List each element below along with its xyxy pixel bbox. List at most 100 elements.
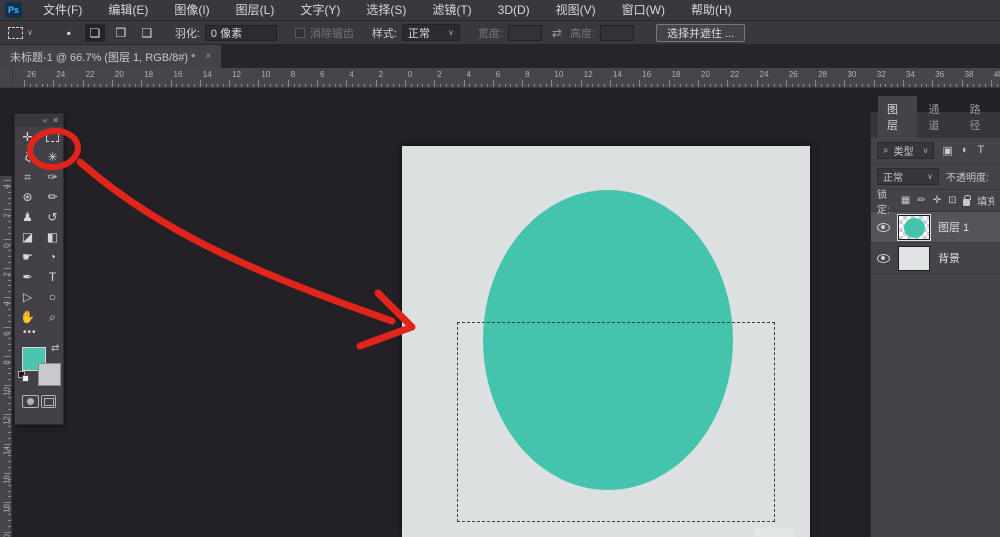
eyedropper-tool-icon[interactable]: ✑ [40,167,65,187]
rectangular-marquee-tool-icon[interactable] [40,127,65,147]
lasso-tool-icon[interactable]: ζ [15,147,40,167]
ruler-tick [686,84,687,87]
close-icon[interactable]: × [205,51,211,62]
smudge-tool-icon[interactable]: ☛ [15,247,40,267]
ruler-tick [4,297,11,298]
ruler-tick [65,84,66,87]
menu-item-v[interactable]: 视图(V) [543,0,609,21]
lock-artboard-icon[interactable]: ⊡ [948,195,956,206]
swap-colors-icon[interactable]: ⇄ [51,343,59,354]
ruler-tick [610,80,611,87]
ruler-number: 10 [554,70,563,79]
canvas[interactable] [402,146,810,537]
swap-width-height-icon[interactable]: ⇄ [552,26,562,40]
ruler-tick [8,256,11,257]
ruler-tick [4,532,11,533]
clone-stamp-tool-icon[interactable]: ♟ [15,207,40,227]
height-input[interactable] [600,25,634,41]
ruler-tick [340,84,341,87]
menu-item-s[interactable]: 选择(S) [353,0,419,21]
menu-item-e[interactable]: 编辑(E) [95,0,161,21]
more-tools-icon[interactable]: ••• [15,327,63,341]
path-selection-tool-icon[interactable]: ▷ [15,287,40,307]
hand-tool-icon[interactable]: ✋ [15,307,40,327]
filter-type-layers-icon[interactable]: T [978,144,985,157]
ruler-number: 28 [818,70,827,79]
ruler-tick [967,84,968,87]
default-colors-icon[interactable] [18,371,29,382]
ruler-number: 12 [232,70,241,79]
eraser-tool-icon[interactable]: ◪ [15,227,40,247]
panel-tab-通道[interactable]: 通道 [919,96,958,138]
move-tool-icon[interactable]: ✛ [15,127,40,147]
add-to-selection-icon[interactable]: ❏ [85,24,105,42]
collapse-panel-icon[interactable]: « [43,116,47,126]
filter-adjustment-layers-icon[interactable]: ◐ [962,144,969,157]
width-input[interactable] [508,25,542,41]
marquee-selection[interactable] [457,322,775,522]
feather-input[interactable] [205,25,277,41]
layer-thumbnail[interactable] [898,215,930,240]
visibility-eye-icon[interactable] [877,223,890,232]
history-brush-tool-icon[interactable]: ↺ [40,207,65,227]
new-selection-icon[interactable]: ▪ [59,24,79,42]
ruler-tick [710,84,711,87]
menu-item-i[interactable]: 图像(I) [161,0,222,21]
ruler-tick [8,215,11,216]
menu-item-l[interactable]: 图层(L) [223,0,288,21]
filter-pixel-layers-icon[interactable]: ▣ [942,144,952,157]
close-panel-icon[interactable]: ✕ [52,116,59,126]
ruler-tick [217,84,218,87]
select-and-mask-button[interactable]: 选择并遮住 ... [656,24,745,42]
ruler-tick [997,84,998,87]
ruler-tick [798,84,799,87]
menu-item-h[interactable]: 帮助(H) [678,0,745,21]
ruler-tick [141,80,142,87]
style-select[interactable]: 正常 ∨ [402,24,460,41]
gradient-tool-icon[interactable]: ◧ [40,227,65,247]
ruler-tick [475,84,476,87]
panel-tab-路径[interactable]: 路径 [961,96,1000,138]
lock-all-icon[interactable] [963,199,970,206]
screen-mode-icon[interactable] [41,395,56,408]
menu-item-t[interactable]: 滤镜(T) [419,0,484,21]
background-color-swatch[interactable] [38,363,61,386]
quick-selection-tool-icon[interactable]: ✳ [40,147,65,167]
pen-tool-icon[interactable]: ✒ [15,267,40,287]
intersect-selection-icon[interactable]: ❑ [137,24,157,42]
antialias-checkbox[interactable] [295,28,305,38]
ruler-tick [8,432,11,433]
dodge-tool-icon[interactable]: ◔ [40,247,65,267]
brush-tool-icon[interactable]: ✏ [40,187,65,207]
crop-tool-icon[interactable]: ⌗ [15,167,40,187]
document-tab[interactable]: 未标题-1 @ 66.7% (图层 1, RGB/8#) * × [0,45,221,68]
panel-tab-图层[interactable]: 图层 [878,96,917,138]
ruler-number: 22 [86,70,95,79]
ruler-tick [59,84,60,87]
menu-item-f[interactable]: 文件(F) [30,0,95,21]
menu-item-dd[interactable]: 3D(D) [485,0,543,21]
menu-item-y[interactable]: 文字(Y) [287,0,353,21]
ellipse-shape-tool-icon[interactable]: ○ [40,287,65,307]
ruler-tick [534,84,535,87]
healing-brush-tool-icon[interactable]: ⊛ [15,187,40,207]
ruler-tick [546,84,547,87]
lock-transparent-pixels-icon[interactable]: ▦ [901,195,910,206]
type-tool-icon[interactable]: T [40,267,65,287]
lock-image-pixels-icon[interactable]: ✏ [917,195,925,206]
menu-item-w[interactable]: 窗口(W) [609,0,678,21]
lock-position-icon[interactable]: ✛ [933,195,941,206]
zoom-tool-icon[interactable]: ⌕ [40,307,65,327]
filter-type-select[interactable]: ⌕ 类型 ∨ [877,142,934,159]
layer-row[interactable]: 背景 [871,243,1000,274]
blend-mode-select[interactable]: 正常 ∨ [877,168,939,185]
visibility-eye-icon[interactable] [877,254,890,263]
tool-preset-picker[interactable]: ∨ [8,27,33,39]
layer-row[interactable]: 图层 1 [871,212,1000,243]
layer-thumbnail[interactable] [898,246,930,271]
subtract-from-selection-icon[interactable]: ❐ [111,24,131,42]
ruler-tick [276,84,277,87]
ruler-tick [411,84,412,87]
quick-mask-icon[interactable] [22,395,39,408]
ruler-tick [663,84,664,87]
